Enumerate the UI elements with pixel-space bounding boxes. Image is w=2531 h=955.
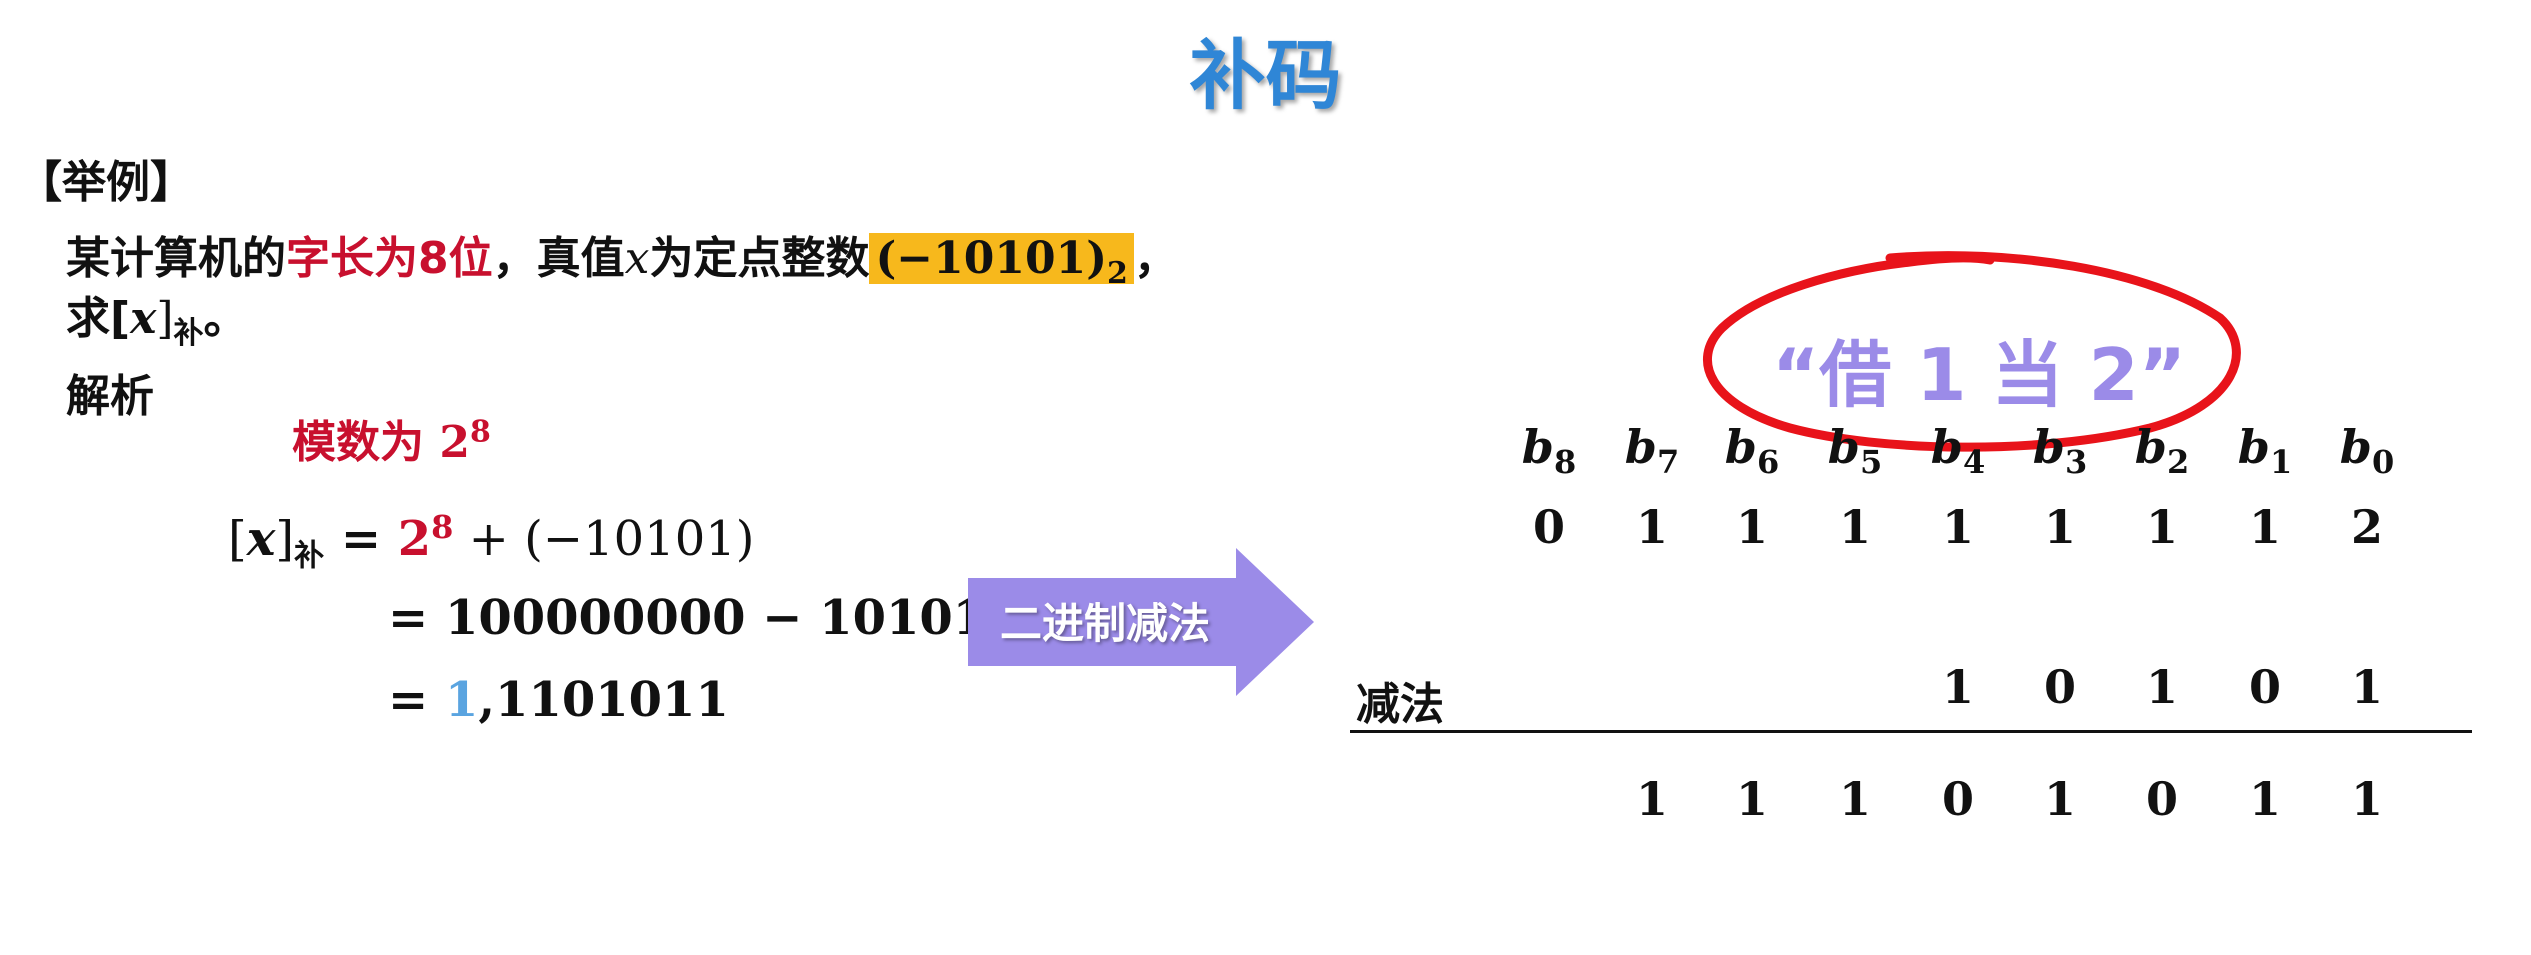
bit-label-5: b5 [1827,420,1883,482]
true-value-highlight: (−10101)2 [869,233,1134,291]
result-digit: 1 [2350,772,2383,826]
problem-text: 求[ [66,293,131,344]
derivation-term: 100000000 − 10101 [444,590,987,646]
borrow-digit: 0 [1532,500,1565,554]
analysis-label: 解析 [66,371,154,422]
bit-label-8: b8 [1521,420,1577,482]
subtrahend-digit: 1 [2350,660,2383,714]
borrow-digit: 1 [2043,500,2076,554]
bit-label-2: b2 [2134,420,2190,482]
result-digit: 1 [1635,772,1668,826]
result-digit: 1 [1838,772,1871,826]
complement-subscript: 补 [173,315,204,351]
divider-line [1350,730,2472,733]
subtrahend-digit: 1 [2145,660,2178,714]
problem-text: 。 [203,293,248,344]
subtrahend-digit: 1 [1941,660,1974,714]
example-label: 【举例】 [18,157,194,208]
true-value: (−10101) [875,233,1108,284]
page-title: 补码 [1189,31,1342,120]
bit-label-3: b3 [2032,420,2088,482]
problem-text: 为定点整数 [649,233,870,284]
result-digit: 1 [2248,772,2281,826]
result-digit: 0 [1941,772,1974,826]
problem-line-2: 求[x]补。 [66,282,248,352]
problem-text: 某计算机的 [66,233,286,284]
borrow-digit: 1 [1735,500,1768,554]
borrow-digit: 1 [2248,500,2281,554]
bit-label-4: b4 [1930,420,1986,482]
problem-text: ， [1133,233,1178,284]
variable-x: x [624,233,650,284]
bit-label-6: b6 [1724,420,1780,482]
result-digit: 0 [2145,772,2178,826]
borrow-digit: 1 [2145,500,2178,554]
bit-label-1: b1 [2237,420,2293,482]
borrow-digit: 1 [1941,500,1974,554]
problem-line-1: 某计算机的字长为8位，真值x为定点整数 (−10101)2， [66,222,1178,291]
word-length-highlight: 字长为8位 [286,233,493,284]
borrow-digit: 2 [2350,500,2383,554]
arrow-label: 二进制减法 [1000,599,1211,648]
subtrahend-digit: 0 [2043,660,2076,714]
borrow-row: 0 1 1 1 1 1 1 1 2 [0,500,2531,570]
variable-x: x [130,293,157,344]
derivation-line-2: = 100000000 − 10101 [388,590,986,646]
problem-text: ，真值 [492,233,625,284]
subtrahend-digit: 0 [2248,660,2281,714]
result-row: 1 1 1 0 1 0 1 1 [0,772,2531,842]
subtrahend-row: 1 0 1 0 1 [0,660,2531,730]
base-subscript: 2 [1107,255,1128,291]
bit-header-row: b8 b7 b6 b5 b4 b3 b2 b1 b0 [0,420,2531,500]
bit-label-7: b7 [1624,420,1680,482]
result-digit: 1 [1735,772,1768,826]
borrow-digit: 1 [1635,500,1668,554]
bracket: ] [156,293,174,344]
equals-sign: = [388,590,429,646]
bit-label-0: b0 [2339,420,2395,482]
borrow-digit: 1 [1838,500,1871,554]
result-digit: 1 [2043,772,2076,826]
